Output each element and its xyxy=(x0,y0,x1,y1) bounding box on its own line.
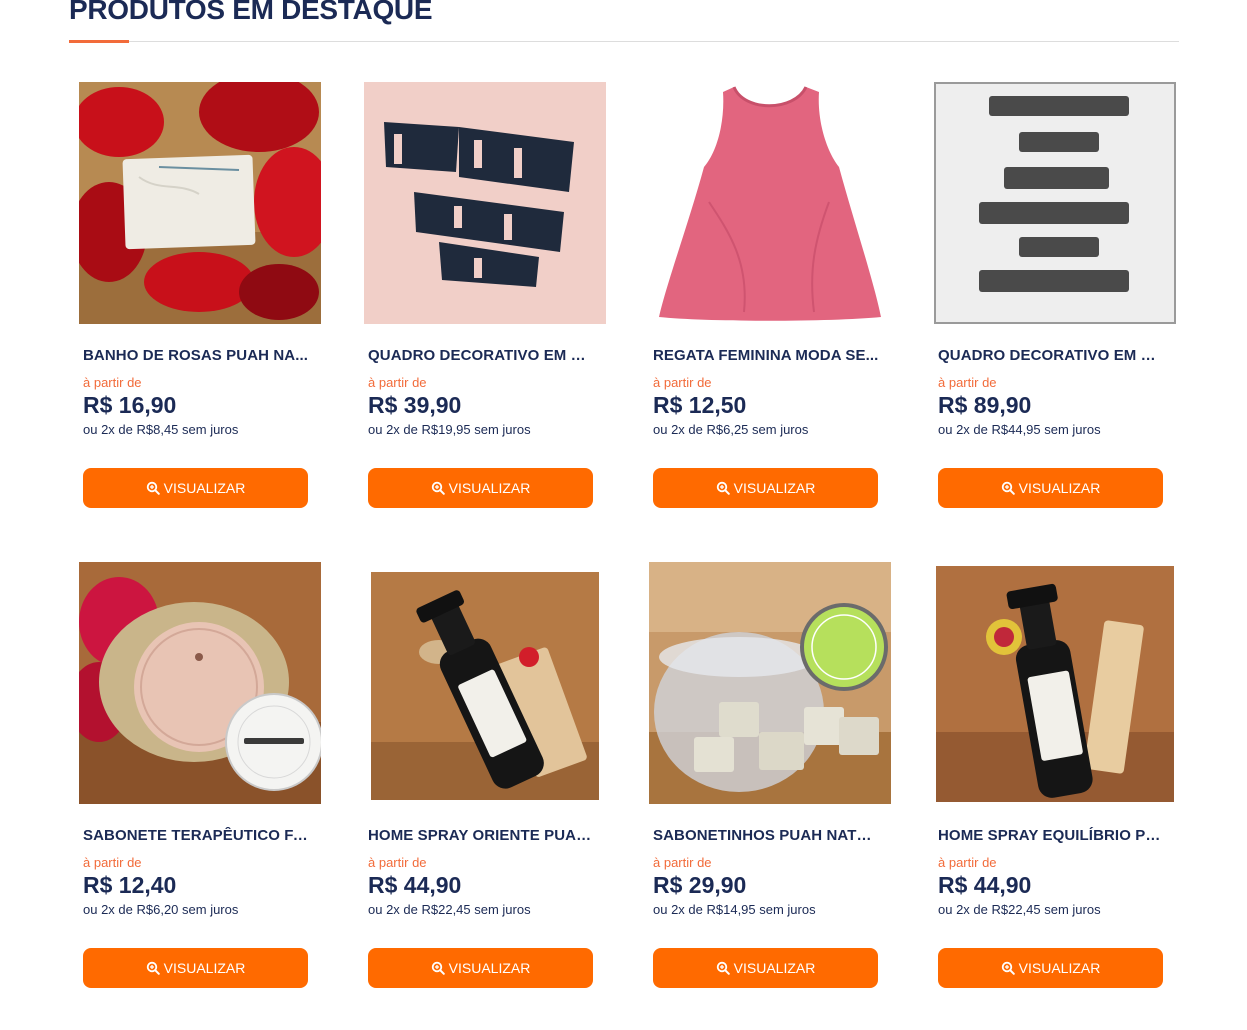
product-price: R$ 12,40 xyxy=(83,872,177,898)
price-prefix: à partir de xyxy=(653,855,712,870)
installment-info: ou 2x de R$22,45 sem juros xyxy=(938,902,1101,917)
view-button-label: VISUALIZAR xyxy=(163,480,246,496)
product-image-decorative-frame[interactable] xyxy=(364,82,606,324)
product-price: R$ 89,90 xyxy=(938,392,1032,418)
product-image-clay-soap[interactable] xyxy=(79,562,321,804)
installment-info: ou 2x de R$14,95 sem juros xyxy=(653,902,816,917)
installment-info: ou 2x de R$8,45 sem juros xyxy=(83,422,239,437)
zoom-icon xyxy=(716,961,730,975)
product-image-lettering-frame[interactable] xyxy=(934,82,1176,324)
product-price: R$ 39,90 xyxy=(368,392,462,418)
view-button-label: VISUALIZAR xyxy=(163,960,246,976)
product-card: HOME SPRAY ORIENTE PUAH... à partir de R… xyxy=(354,550,639,1030)
section-header: PRODUTOS EM DESTAQUE xyxy=(69,0,1179,43)
product-image-pink-tank-top[interactable] xyxy=(649,82,891,324)
zoom-icon xyxy=(146,481,160,495)
zoom-icon xyxy=(1001,961,1015,975)
view-product-button[interactable]: VISUALIZAR xyxy=(938,948,1163,988)
product-image-small-soaps[interactable] xyxy=(649,562,891,804)
product-card: BANHO DE ROSAS PUAH NA... à partir de R$… xyxy=(69,70,354,550)
installment-info: ou 2x de R$44,95 sem juros xyxy=(938,422,1101,437)
view-product-button[interactable]: VISUALIZAR xyxy=(938,468,1163,508)
product-card: REGATA FEMININA MODA SE... à partir de R… xyxy=(639,70,924,550)
product-price: R$ 29,90 xyxy=(653,872,747,898)
price-prefix: à partir de xyxy=(653,375,712,390)
zoom-icon xyxy=(716,481,730,495)
view-button-label: VISUALIZAR xyxy=(448,960,531,976)
view-product-button[interactable]: VISUALIZAR xyxy=(368,468,593,508)
view-button-label: VISUALIZAR xyxy=(733,480,816,496)
product-image-rose-soap[interactable] xyxy=(79,82,321,324)
zoom-icon xyxy=(431,961,445,975)
product-image-home-spray-equilibrio[interactable] xyxy=(934,562,1176,804)
product-card: QUADRO DECORATIVO EM M... à partir de R$… xyxy=(924,70,1209,550)
product-name[interactable]: HOME SPRAY EQUILÍBRIO PU... xyxy=(938,827,1164,844)
view-product-button[interactable]: VISUALIZAR xyxy=(83,948,308,988)
price-prefix: à partir de xyxy=(83,375,142,390)
product-name[interactable]: HOME SPRAY ORIENTE PUAH... xyxy=(368,827,594,844)
product-name[interactable]: SABONETINHOS PUAH NATU... xyxy=(653,827,879,844)
view-button-label: VISUALIZAR xyxy=(733,960,816,976)
product-name[interactable]: REGATA FEMININA MODA SE... xyxy=(653,347,879,364)
product-price: R$ 12,50 xyxy=(653,392,747,418)
zoom-icon xyxy=(146,961,160,975)
view-product-button[interactable]: VISUALIZAR xyxy=(653,948,878,988)
view-product-button[interactable]: VISUALIZAR xyxy=(368,948,593,988)
view-product-button[interactable]: VISUALIZAR xyxy=(653,468,878,508)
price-prefix: à partir de xyxy=(938,855,997,870)
price-prefix: à partir de xyxy=(938,375,997,390)
zoom-icon xyxy=(431,481,445,495)
installment-info: ou 2x de R$6,20 sem juros xyxy=(83,902,239,917)
view-button-label: VISUALIZAR xyxy=(1018,960,1101,976)
product-price: R$ 44,90 xyxy=(938,872,1032,898)
installment-info: ou 2x de R$6,25 sem juros xyxy=(653,422,809,437)
product-name[interactable]: SABONETE TERAPÊUTICO FA... xyxy=(83,827,309,844)
product-card: SABONETE TERAPÊUTICO FA... à partir de R… xyxy=(69,550,354,1030)
view-button-label: VISUALIZAR xyxy=(448,480,531,496)
product-card: QUADRO DECORATIVO EM M... à partir de R$… xyxy=(354,70,639,550)
installment-info: ou 2x de R$19,95 sem juros xyxy=(368,422,531,437)
view-product-button[interactable]: VISUALIZAR xyxy=(83,468,308,508)
product-grid: BANHO DE ROSAS PUAH NA... à partir de R$… xyxy=(69,70,1209,1030)
product-name[interactable]: QUADRO DECORATIVO EM M... xyxy=(938,347,1164,364)
price-prefix: à partir de xyxy=(368,855,427,870)
section-title: PRODUTOS EM DESTAQUE xyxy=(69,0,433,25)
product-name[interactable]: QUADRO DECORATIVO EM M... xyxy=(368,347,594,364)
product-price: R$ 16,90 xyxy=(83,392,177,418)
product-image-home-spray-oriente[interactable] xyxy=(364,562,606,804)
title-underline-accent xyxy=(69,40,129,43)
price-prefix: à partir de xyxy=(368,375,427,390)
zoom-icon xyxy=(1001,481,1015,495)
product-name[interactable]: BANHO DE ROSAS PUAH NA... xyxy=(83,347,309,364)
price-prefix: à partir de xyxy=(83,855,142,870)
product-price: R$ 44,90 xyxy=(368,872,462,898)
product-card: HOME SPRAY EQUILÍBRIO PU... à partir de … xyxy=(924,550,1209,1030)
installment-info: ou 2x de R$22,45 sem juros xyxy=(368,902,531,917)
product-card: SABONETINHOS PUAH NATU... à partir de R$… xyxy=(639,550,924,1030)
view-button-label: VISUALIZAR xyxy=(1018,480,1101,496)
